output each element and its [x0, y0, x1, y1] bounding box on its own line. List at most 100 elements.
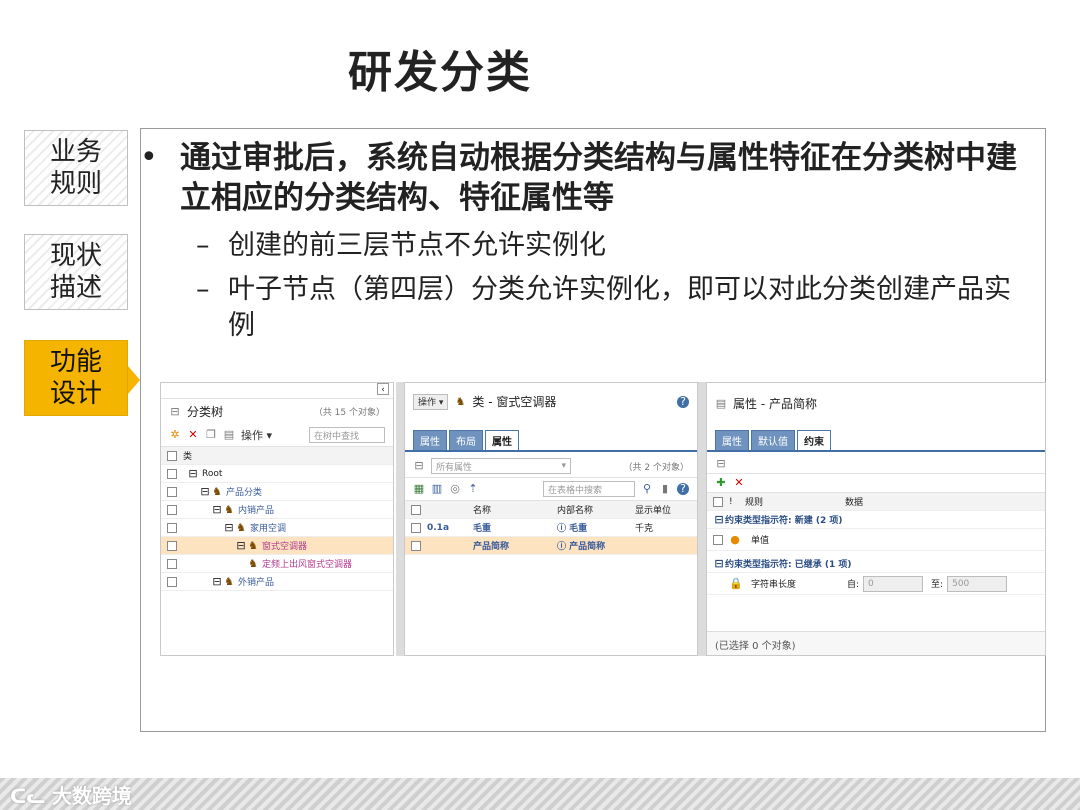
tree-node-label: 家用空调	[250, 524, 287, 534]
constraint-table-header: ! 规则 数据	[707, 493, 1045, 511]
tab-attributes[interactable]: 属性	[715, 430, 749, 450]
tree-node[interactable]: ⊟ Root	[161, 465, 393, 483]
info-icon: ⓘ	[557, 542, 570, 552]
group-label: 约束类型指示符: 已继承 (1 项)	[725, 560, 852, 570]
sub-point: – 叶子节点（第四层）分类允许实例化，即可以对此分类创建产品实例	[196, 272, 1016, 344]
lock-icon: 🔒	[729, 576, 743, 590]
row-checkbox[interactable]	[167, 504, 177, 515]
refresh-icon[interactable]: ◎	[449, 483, 461, 495]
row-checkbox[interactable]	[167, 558, 177, 569]
column-internal-name[interactable]: 内部名称	[557, 503, 635, 516]
row-checkbox[interactable]	[713, 534, 723, 545]
minus-icon[interactable]: ⊟	[713, 557, 725, 570]
collapse-icon[interactable]: ‹	[377, 383, 389, 395]
class-title: 类 - 窗式空调器	[472, 395, 557, 409]
tree-node-label: 窗式空调器	[262, 542, 308, 552]
side-tab-status[interactable]: 现状 描述	[24, 234, 128, 310]
constraint-group-inherited[interactable]: ⊟ 约束类型指示符: 已继承 (1 项)	[707, 555, 1045, 573]
from-input[interactable]: 0	[863, 575, 924, 592]
row-checkbox[interactable]	[167, 468, 177, 479]
expand-icon[interactable]: ⊟	[211, 575, 223, 588]
delete-icon[interactable]: ✕	[733, 477, 745, 489]
expand-icon[interactable]: ⊟	[199, 485, 211, 498]
row-checkbox[interactable]	[167, 486, 177, 497]
column-rule[interactable]: 规则	[745, 495, 845, 508]
tree-node[interactable]: ⊟ ♞ 内销产品	[161, 501, 393, 519]
help-icon[interactable]: ?	[677, 483, 689, 495]
row-checkbox[interactable]	[411, 522, 421, 533]
constraint-row[interactable]: ● 单值	[707, 529, 1045, 551]
column-unit[interactable]: 显示单位	[635, 503, 671, 516]
expand-icon[interactable]: ⊟	[235, 539, 247, 552]
minus-icon[interactable]: ⊟	[413, 460, 425, 472]
expand-icon[interactable]: ⊟	[223, 521, 235, 534]
tree-node[interactable]: ⊟ ♞ 家用空调	[161, 519, 393, 537]
logo-text: 大数跨境	[51, 784, 132, 808]
table-row[interactable]: 0.1a 毛重 ⓘ 毛重 千克	[405, 519, 697, 537]
column-name[interactable]: 名称	[473, 503, 557, 516]
type-icon: 0.1a	[427, 522, 450, 533]
add-icon[interactable]: ✚	[715, 477, 727, 489]
table-search-input[interactable]: 在表格中搜索	[543, 481, 635, 497]
row-checkbox[interactable]	[167, 576, 177, 587]
expand-icon[interactable]: ⊟	[211, 503, 223, 516]
row-checkbox[interactable]	[411, 540, 421, 551]
tree-node[interactable]: ⊟ ♞ 窗式空调器	[161, 537, 393, 555]
class-icon: ♞	[248, 538, 258, 552]
select-all-checkbox[interactable]	[167, 450, 177, 461]
row-checkbox[interactable]	[167, 522, 177, 533]
tree-node[interactable]: ⊟ ♞ 产品分类	[161, 483, 393, 501]
tab-layout[interactable]: 布局	[449, 430, 483, 450]
tree-node-label: 定频上出风窗式空调器	[262, 560, 353, 570]
side-tab-business-rules[interactable]: 业务 规则	[24, 130, 128, 206]
cell-unit: 千克	[635, 524, 654, 534]
active-tab-arrow	[128, 366, 140, 394]
expand-icon[interactable]: ⊟	[187, 467, 199, 480]
main-bullet: 通过审批后，系统自动根据分类结构与属性特征在分类树中建立相应的分类结构、特征属性…	[180, 140, 1017, 216]
move-up-icon[interactable]: ⇡	[467, 483, 479, 495]
class-operate-button[interactable]: 操作 ▾	[413, 393, 449, 410]
to-input[interactable]: 500	[947, 575, 1008, 592]
minus-icon[interactable]: ⊟	[169, 405, 181, 418]
table-row[interactable]: 产品简称 ⓘ 产品简称	[405, 537, 697, 555]
tab-attributes-active[interactable]: 属性	[485, 430, 519, 450]
constraint-group-new[interactable]: ⊟ 约束类型指示符: 新建 (2 项)	[707, 511, 1045, 529]
side-tab-function-design[interactable]: 功能 设计	[24, 340, 128, 416]
paste-icon[interactable]: ▤	[223, 429, 235, 441]
column-data[interactable]: 数据	[845, 495, 863, 508]
operate-menu[interactable]: 操作 ▾	[241, 427, 272, 443]
edit-row-icon[interactable]: ▥	[431, 483, 443, 495]
attribute-filter-select[interactable]: 所有属性 ▾	[431, 458, 571, 474]
panel-splitter[interactable]	[698, 382, 706, 656]
constraint-row[interactable]: 🔒 字符串长度 自: 0 至: 500	[707, 573, 1045, 595]
panel-splitter[interactable]	[396, 382, 404, 656]
select-all-checkbox[interactable]	[713, 496, 723, 507]
tree-node[interactable]: ♞ 定频上出风窗式空调器	[161, 555, 393, 573]
minus-icon[interactable]: ⊟	[713, 513, 725, 526]
cell-internal-name: ⓘ 毛重	[557, 521, 635, 534]
delete-icon[interactable]: ✕	[187, 429, 199, 441]
minus-icon[interactable]: ⊟	[715, 458, 727, 470]
classification-tree-panel: ‹ ⊟ 分类树 （共 15 个对象） ✲ ✕ ❐ ▤ 操作 ▾ 在树中查找 类 …	[160, 382, 394, 656]
column-flag[interactable]: !	[729, 497, 745, 507]
row-checkbox[interactable]	[167, 540, 177, 551]
tab-constraints[interactable]: 约束	[797, 430, 831, 450]
tree-header-row: 类	[161, 447, 393, 465]
tree-title: 分类树	[187, 405, 224, 419]
copy-icon[interactable]: ❐	[205, 429, 217, 441]
add-row-icon[interactable]: ▦	[413, 483, 425, 495]
tab-attributes[interactable]: 属性	[413, 430, 447, 450]
help-icon[interactable]: ?	[677, 395, 689, 408]
new-icon[interactable]: ✲	[169, 429, 181, 441]
side-tab-label: 规则	[49, 169, 102, 199]
select-all-checkbox[interactable]	[411, 504, 421, 515]
side-tab-label: 描述	[49, 273, 102, 303]
tree-node[interactable]: ⊟ ♞ 外销产品	[161, 573, 393, 591]
tree-search-input[interactable]: 在树中查找	[309, 427, 385, 443]
search-icon[interactable]: ⚲	[641, 483, 653, 495]
columns-icon[interactable]: ▮	[659, 483, 671, 495]
tab-default-value[interactable]: 默认值	[751, 430, 795, 450]
tree-node-label: 外销产品	[238, 578, 275, 588]
attribute-filter-value: 所有属性	[436, 462, 473, 473]
sub-point-text: 创建的前三层节点不允许实例化	[228, 230, 606, 261]
